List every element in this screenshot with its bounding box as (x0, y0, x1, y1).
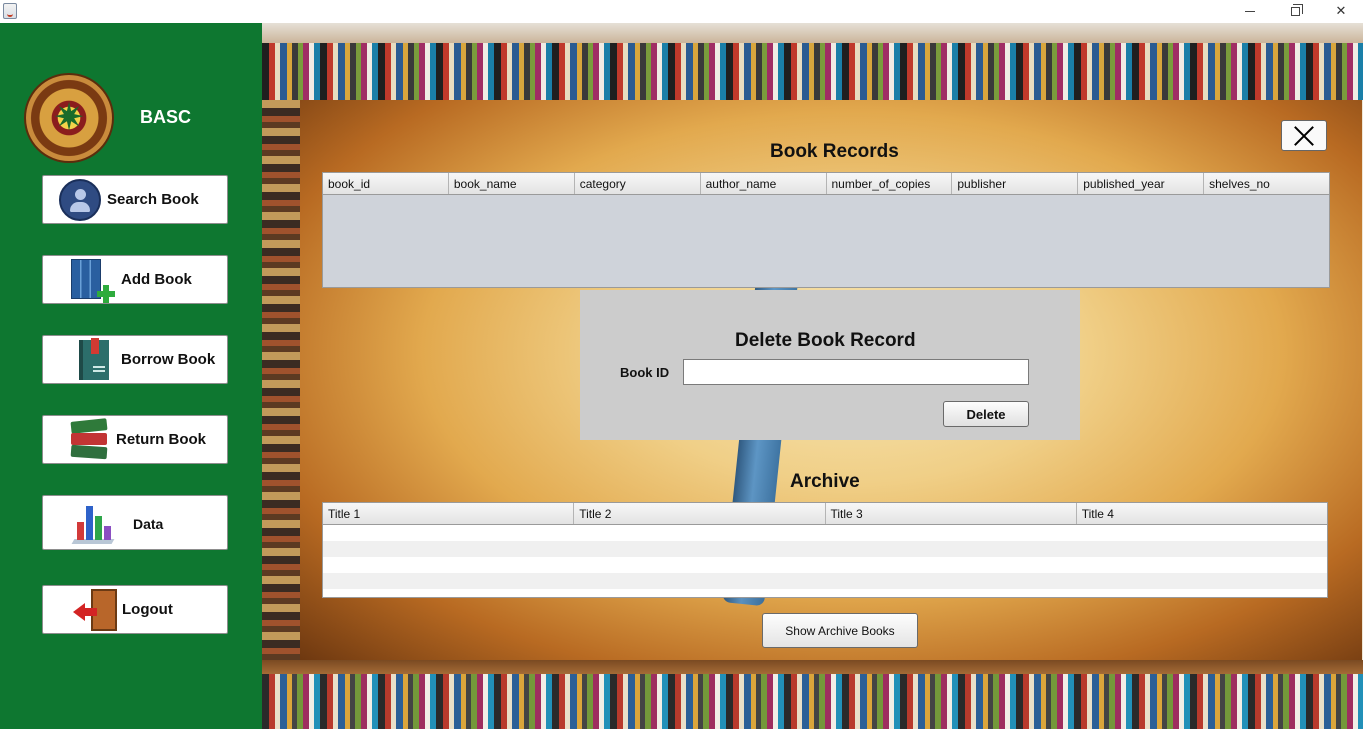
data-button[interactable]: Data (42, 495, 228, 550)
book-records-table[interactable]: book_id book_name category author_name n… (322, 172, 1330, 288)
college-logo: ✷ (24, 73, 114, 163)
add-book-button[interactable]: Add Book (42, 255, 228, 304)
column-header[interactable]: shelves_no (1204, 173, 1329, 194)
column-header[interactable]: published_year (1078, 173, 1205, 194)
shelf-plank (262, 23, 1363, 43)
user-search-icon (59, 179, 101, 221)
column-header[interactable]: category (575, 173, 701, 194)
minimize-icon (1245, 10, 1255, 12)
column-header[interactable]: book_name (449, 173, 575, 194)
column-header[interactable]: book_id (323, 173, 449, 194)
add-book-label: Add Book (121, 271, 192, 288)
bar-chart-icon (71, 502, 115, 544)
book-id-label: Book ID (620, 365, 670, 380)
data-label: Data (133, 516, 164, 532)
maximize-button[interactable] (1272, 1, 1318, 21)
archive-table[interactable]: Title 1 Title 2 Title 3 Title 4 (322, 502, 1328, 598)
column-header[interactable]: Title 3 (826, 503, 1077, 524)
table-header: book_id book_name category author_name n… (323, 173, 1329, 195)
java-cup-icon (3, 3, 17, 19)
close-icon: ✕ (1335, 3, 1347, 19)
delete-record-title: Delete Book Record (735, 330, 916, 351)
table-header: Title 1 Title 2 Title 3 Title 4 (323, 503, 1327, 525)
panel-close-button[interactable] (1281, 120, 1327, 151)
table-row[interactable] (323, 573, 1327, 589)
shelf-plank (262, 660, 1363, 674)
maximize-icon (1290, 3, 1303, 16)
search-book-button[interactable]: Search Book (42, 175, 228, 224)
table-row[interactable] (323, 525, 1327, 541)
book-records-title: Book Records (770, 141, 899, 162)
minimize-button[interactable] (1227, 1, 1273, 21)
borrow-book-label: Borrow Book (121, 351, 216, 368)
show-archive-books-button[interactable]: Show Archive Books (762, 613, 918, 648)
window-close-button[interactable]: ✕ (1318, 1, 1363, 21)
return-book-button[interactable]: Return Book (42, 415, 228, 464)
add-book-icon (71, 259, 115, 303)
column-header[interactable]: Title 4 (1077, 503, 1327, 524)
window-title-bar: ✕ (0, 0, 1363, 23)
column-header[interactable]: author_name (701, 173, 827, 194)
book-stack-icon (70, 418, 109, 460)
table-row[interactable] (323, 557, 1327, 573)
delete-button[interactable]: Delete (943, 401, 1029, 427)
column-header[interactable]: Title 1 (323, 503, 575, 524)
brand-name: BASC (140, 107, 192, 127)
archive-title: Archive (790, 471, 860, 492)
delete-record-panel: Delete Book Record Book ID Delete (580, 290, 1080, 440)
logout-button[interactable]: Logout (42, 585, 228, 634)
search-book-label: Search Book (107, 191, 199, 208)
logout-label: Logout (122, 601, 173, 618)
table-row[interactable] (323, 541, 1327, 557)
star-emblem-icon: ✷ (53, 95, 85, 140)
book-icon (79, 338, 109, 380)
bookshelf-left-image (262, 100, 300, 660)
return-book-label: Return Book (116, 431, 206, 448)
column-header[interactable]: publisher (952, 173, 1079, 194)
logout-door-icon (73, 589, 119, 631)
column-header[interactable]: Title 2 (574, 503, 826, 524)
borrow-book-button[interactable]: Borrow Book (42, 335, 228, 384)
column-header[interactable]: number_of_copies (827, 173, 953, 194)
close-icon (1293, 125, 1315, 147)
book-id-input[interactable] (683, 359, 1029, 385)
